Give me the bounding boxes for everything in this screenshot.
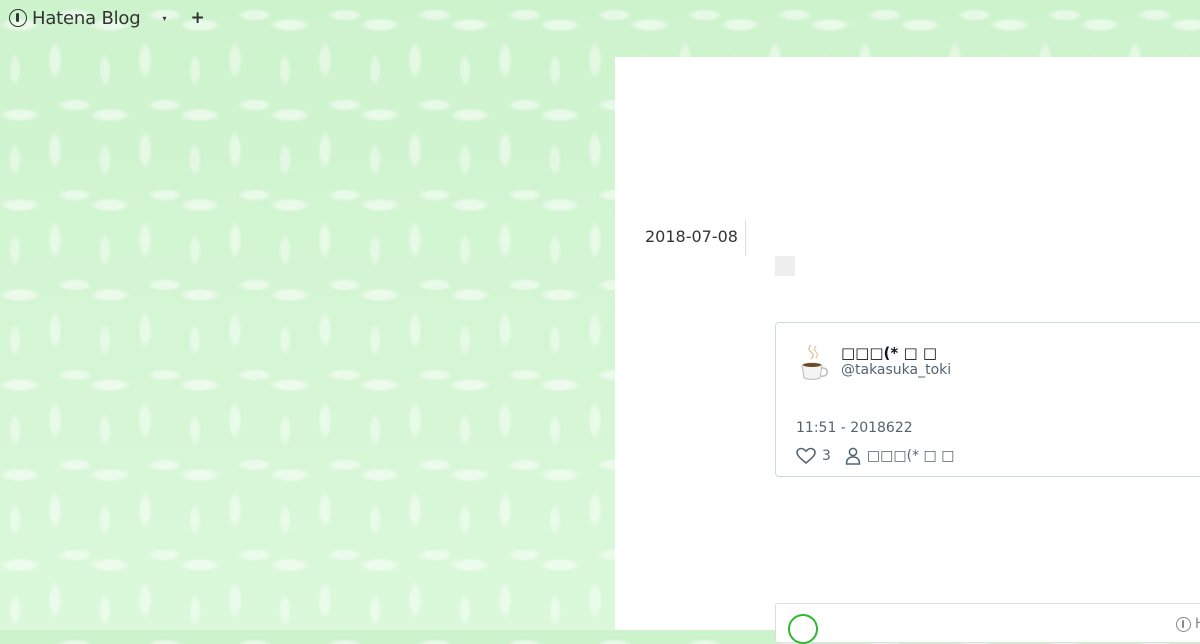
chevron-down-icon[interactable]: ▾ (162, 14, 166, 23)
tweet-timestamp[interactable]: 11:51 - 2018622 (796, 420, 913, 436)
main-content: 2018-07-08 □□□(* □ □ @takasuka_toki 11:5… (615, 57, 1200, 644)
tweet-author-name[interactable]: □□□(* □ □ (841, 344, 937, 362)
avatar (788, 614, 818, 644)
global-header: Hatena Blog ▾ + (0, 0, 249, 36)
blog-card[interactable]: Ha (775, 603, 1200, 644)
hatena-logo-icon (9, 9, 27, 27)
tweet-actions: 3 □□□(* □ □ (796, 447, 954, 465)
hatena-logo-icon (1175, 616, 1191, 632)
like-count: 3 (822, 448, 831, 464)
person-icon[interactable] (845, 447, 861, 465)
image-placeholder (775, 256, 795, 276)
hatena-blog-logo[interactable]: Hatena Blog (9, 7, 141, 29)
heart-icon[interactable] (796, 447, 816, 465)
logo-text: Hatena Blog (32, 7, 141, 29)
date-divider (745, 220, 746, 256)
entry-date[interactable]: 2018-07-08 (645, 227, 738, 246)
tweet-author-link[interactable]: □□□(* □ □ (867, 448, 955, 464)
add-button[interactable]: + (190, 9, 204, 27)
tweet-author-handle[interactable]: @takasuka_toki (841, 362, 951, 378)
embedded-tweet[interactable]: □□□(* □ □ @takasuka_toki 11:51 - 2018622… (775, 322, 1200, 477)
coffee-cup-icon[interactable] (796, 343, 832, 381)
